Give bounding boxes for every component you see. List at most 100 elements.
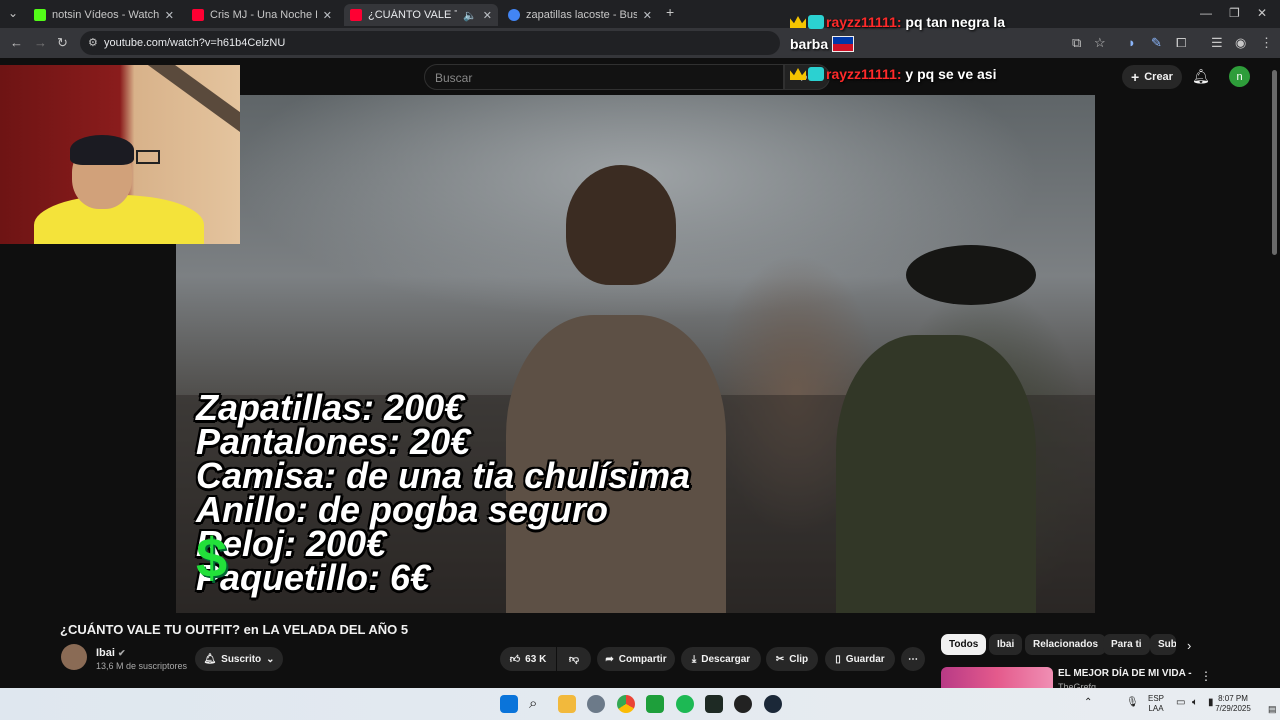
recommended-title[interactable]: EL MEJOR DÍA DE MI VIDA - <box>1058 668 1192 679</box>
youtube-favicon-icon <box>192 9 204 21</box>
overlay-line-shirt: Camisa: de una tia chulísima <box>196 455 691 496</box>
terminal-icon[interactable] <box>705 695 723 713</box>
chip-relacionados[interactable]: Relacionados <box>1025 634 1107 655</box>
install-app-icon[interactable]: ⧉ <box>1072 35 1081 51</box>
bookmark-star-icon[interactable]: ☆ <box>1094 35 1106 51</box>
chat-message-2: rayzz11111: y pq se ve asi <box>790 66 996 82</box>
close-window-icon[interactable]: ✕ <box>1257 6 1267 20</box>
windows-start-icon[interactable] <box>500 695 518 713</box>
kick-favicon-icon <box>34 9 46 21</box>
tab-cuanto-vale[interactable]: ¿CUÁNTO VALE TU OUTFIT 🔈 ✕ <box>344 4 498 26</box>
chat-message-1: rayzz11111: pq tan negra la <box>790 14 1005 30</box>
sub-badge-icon <box>808 15 824 29</box>
streamer-webcam <box>0 65 240 244</box>
bookmark-icon: ▯ <box>835 653 841 665</box>
menu-kebab-icon[interactable]: ⋮ <box>1260 35 1273 51</box>
recommended-menu-icon[interactable]: ⋮ <box>1200 669 1212 683</box>
clock[interactable]: 8:07 PM 7/29/2025 <box>1212 694 1254 714</box>
close-tab-icon[interactable]: ✕ <box>643 9 652 22</box>
share-arrow-icon: ➦ <box>605 653 614 665</box>
browser-toolbar: ← → ↻ ⚙ youtube.com/watch?v=h61b4CelzNU … <box>0 28 1280 58</box>
site-info-icon[interactable]: ⚙ <box>88 36 98 49</box>
reload-icon[interactable]: ↻ <box>57 35 68 51</box>
crown-badge-icon <box>790 16 806 28</box>
close-tab-icon[interactable]: ✕ <box>165 9 174 22</box>
overlay-line-ring: Anillo: de pogba seguro <box>196 489 608 530</box>
chrome-icon[interactable] <box>617 695 635 713</box>
scissors-icon: ✂ <box>775 653 785 665</box>
back-icon[interactable]: ← <box>10 35 23 50</box>
chip-para-ti[interactable]: Para ti <box>1103 634 1150 655</box>
minimize-icon[interactable]: — <box>1200 6 1212 20</box>
chip-ibai[interactable]: Ibai <box>989 634 1023 655</box>
address-bar[interactable]: ⚙ youtube.com/watch?v=h61b4CelzNU <box>80 31 780 55</box>
save-button[interactable]: ▯ Guardar <box>825 647 895 671</box>
notifications-bell-icon[interactable]: 🔔︎ <box>1192 68 1210 85</box>
tab-google-search[interactable]: zapatillas lacoste - Buscar con G ✕ <box>502 4 658 26</box>
recommended-thumbnail[interactable] <box>941 667 1053 689</box>
channel-avatar[interactable] <box>61 644 87 670</box>
youtube-favicon-icon <box>350 9 362 21</box>
forward-icon[interactable]: → <box>34 35 47 50</box>
extensions-puzzle-icon[interactable]: ⧠ <box>1176 35 1186 51</box>
kick-app-icon[interactable] <box>646 695 664 713</box>
crown-badge-icon <box>790 68 806 80</box>
close-tab-icon[interactable]: ✕ <box>323 9 332 22</box>
verified-check-icon: ✔ <box>118 648 126 658</box>
share-button[interactable]: ➦ Compartir <box>597 647 675 671</box>
microphone-icon[interactable]: 🎙︎ <box>1126 698 1139 708</box>
language-indicator[interactable]: ESP LAA <box>1146 694 1166 714</box>
profile-icon[interactable]: ◉ <box>1235 35 1246 51</box>
search-input[interactable]: Buscar <box>424 64 784 90</box>
chat-message-1-cont: barba <box>790 36 855 52</box>
subscribed-button[interactable]: 🔔︎ Suscrito ⌄ <box>195 647 283 671</box>
more-actions-button[interactable]: ⋯ <box>901 647 925 671</box>
tab-cris-mj[interactable]: Cris MJ - Una Noche En Medell ✕ <box>186 4 338 26</box>
search-icon[interactable]: ⌕ <box>529 695 547 713</box>
obs-icon[interactable] <box>734 695 752 713</box>
restore-icon[interactable]: ❐ <box>1229 6 1240 20</box>
flag-emote-icon <box>832 36 855 52</box>
create-button[interactable]: + Crear <box>1122 65 1182 89</box>
download-button[interactable]: ⤓ Descargar <box>681 647 761 671</box>
subscriber-count: 13,6 M de suscriptores <box>96 661 188 671</box>
extension-1-icon[interactable]: ◗ <box>1128 35 1136 50</box>
mute-tab-icon[interactable]: 🔈 <box>463 9 477 22</box>
bell-icon: 🔔︎ <box>203 653 217 665</box>
hat <box>906 245 1036 305</box>
streamer-hair <box>70 135 134 165</box>
steam-icon[interactable] <box>764 695 782 713</box>
network-icon[interactable]: ▭ <box>1176 698 1185 708</box>
notification-center-icon[interactable]: ▤ <box>1268 704 1277 714</box>
volume-icon[interactable]: 🔈︎ <box>1192 698 1198 708</box>
sub-badge-icon <box>808 67 824 81</box>
second-man-shirt <box>836 335 1036 613</box>
like-button[interactable]: 👍︎ 63 K <box>500 647 556 671</box>
tab-search-icon[interactable]: ⌄ <box>8 6 18 20</box>
chevron-down-icon: ⌄ <box>266 653 275 665</box>
file-explorer-icon[interactable] <box>558 695 576 713</box>
page-scrollbar[interactable] <box>1272 70 1277 255</box>
chips-next-chevron-icon[interactable]: › <box>1187 638 1191 653</box>
app-icon[interactable] <box>587 695 605 713</box>
tab-groups-icon[interactable]: ☰ <box>1211 35 1223 51</box>
extension-2-icon[interactable]: ✎ <box>1151 35 1162 51</box>
browser-tab-strip: ⌄ notsin Vídeos - Watch On-Dem ✕ Cris MJ… <box>0 0 1280 28</box>
wall-frame <box>136 150 160 164</box>
close-tab-icon[interactable]: ✕ <box>483 9 492 22</box>
overlay-line-sneakers: Zapatillas: 200€ <box>196 387 465 428</box>
account-avatar[interactable]: n <box>1229 66 1250 87</box>
new-tab-button[interactable]: + <box>666 4 674 20</box>
tab-kick[interactable]: notsin Vídeos - Watch On-Dem ✕ <box>28 4 180 26</box>
channel-name[interactable]: Ibai ✔ <box>96 647 126 659</box>
overlay-line-bag: Paquetillo: 6€ <box>196 557 431 598</box>
video-player[interactable]: Zapatillas: 200€ Pantalones: 20€ Camisa:… <box>176 95 1095 613</box>
dislike-button[interactable]: 👎︎ <box>557 647 591 671</box>
chip-sub[interactable]: Sub <box>1150 634 1176 655</box>
tray-overflow-icon[interactable]: ⌃ <box>1084 698 1092 708</box>
chip-todos[interactable]: Todos <box>941 634 987 655</box>
url-text: youtube.com/watch?v=h61b4CelzNU <box>104 37 286 49</box>
clip-button[interactable]: ✂ Clip <box>766 647 818 671</box>
plus-icon: + <box>1131 69 1140 85</box>
spotify-icon[interactable] <box>676 695 694 713</box>
